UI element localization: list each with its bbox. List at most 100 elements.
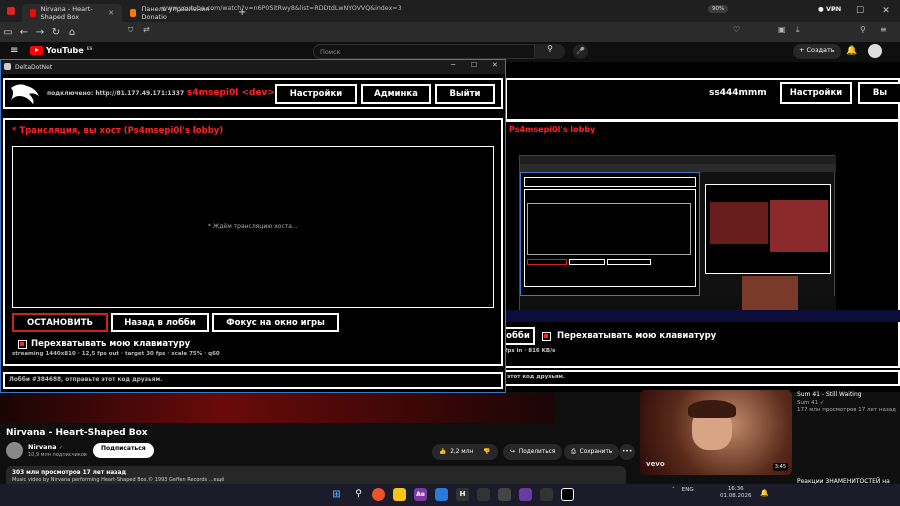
terminal-icon[interactable]: [477, 488, 490, 501]
more-actions-button[interactable]: •••: [619, 444, 635, 460]
create-button[interactable]: + Создать: [793, 44, 841, 59]
waiting-text: * Ждём трансляцию хоста...: [208, 223, 298, 230]
subscribe-button[interactable]: Подписаться: [93, 443, 154, 458]
window-titlebar: DeltaDotNet ─ ☐ ✕: [1, 60, 505, 74]
file-explorer-icon[interactable]: [393, 488, 406, 501]
youtube-player[interactable]: ss444mmm Настройки Вы Ps4msepi0l's lobby…: [501, 62, 900, 392]
site-info-icon[interactable]: ⛉: [128, 26, 133, 35]
reload-icon[interactable]: ↻: [48, 27, 64, 38]
browser-menu-icon[interactable]: [0, 0, 22, 22]
connection-status: подключено: http://81.177.49.171:1337: [47, 90, 185, 97]
youtube-menu-icon[interactable]: ≡: [10, 45, 18, 56]
mirrored-lobby-msg: этот код друзьям.: [507, 374, 565, 380]
window-minimize-icon[interactable]: ─: [451, 61, 455, 69]
clock-date: 01.08.2026: [720, 493, 752, 499]
recommendation-thumbnail[interactable]: vevo 3:45: [640, 390, 792, 475]
notification-center-icon[interactable]: 🔔: [760, 489, 769, 497]
zoom-badge[interactable]: 90%: [708, 5, 729, 13]
channel-name[interactable]: Nirvana ✓: [28, 443, 63, 451]
mirrored-exit-button: Вы: [858, 82, 900, 104]
player-video-strip: [0, 393, 555, 423]
system-tray: ˄ ENG: [672, 487, 694, 493]
permissions-icon[interactable]: ⇄: [143, 25, 150, 34]
tray-chevron-icon[interactable]: ˄: [672, 487, 675, 493]
avatar[interactable]: [868, 44, 882, 58]
username-label: s4msepi0l <dev>: [187, 88, 275, 98]
capture-keyboard-label: Перехватывать мою клавиатуру: [31, 339, 191, 349]
clock-time: 16:36: [727, 486, 744, 492]
exit-button[interactable]: Выйти: [435, 84, 495, 104]
tab-youtube[interactable]: Nirvana - Heart-Shaped Box ✕: [22, 3, 122, 22]
recursive-taskbar: [505, 310, 900, 322]
focus-game-window-button[interactable]: Фокус на окно игры: [212, 313, 339, 332]
share-label: Поделиться: [518, 449, 556, 455]
duration-badge: 3:45: [772, 463, 788, 471]
sidebar-toggle-icon[interactable]: ▭: [0, 27, 16, 38]
close-window-icon[interactable]: ✕: [872, 0, 900, 22]
bookmark-icon[interactable]: ♡: [733, 25, 740, 34]
language-indicator[interactable]: ENG: [682, 487, 694, 493]
home-icon[interactable]: ⌂: [64, 27, 80, 38]
back-icon[interactable]: ←: [16, 27, 32, 38]
search-button[interactable]: ⚲: [535, 44, 565, 59]
extensions-icon[interactable]: ⚲: [860, 25, 866, 34]
h-app-icon[interactable]: H: [456, 488, 469, 501]
taskbar-search-icon[interactable]: ⚲: [352, 488, 365, 501]
verified-icon: ✓: [58, 445, 63, 451]
like-count: 2,2 млн: [450, 449, 474, 455]
save-button[interactable]: ⎙ Сохранить: [564, 444, 620, 460]
youtube-logo[interactable]: YouTube ES: [30, 46, 92, 55]
save-label: Сохранить: [579, 449, 613, 455]
mirrored-back-button: обби: [501, 327, 535, 345]
firefox-icon[interactable]: [372, 488, 385, 501]
start-icon[interactable]: ⊞: [330, 488, 343, 501]
menu-icon[interactable]: ≡: [880, 25, 887, 34]
deltadotnet-taskbar-icon[interactable]: [561, 488, 574, 501]
window-maximize-icon[interactable]: ☐: [471, 61, 477, 69]
channel-label: Nirvana: [28, 443, 57, 451]
save-icon: ⎙: [571, 448, 576, 455]
vpn-button[interactable]: ● VPN: [818, 5, 841, 13]
share-button[interactable]: ↪ Поделиться: [503, 444, 563, 460]
vscode-icon[interactable]: [435, 488, 448, 501]
close-tab-icon[interactable]: ✕: [108, 9, 114, 17]
app-icon-9[interactable]: [540, 488, 553, 501]
discord-icon[interactable]: [519, 488, 532, 501]
url-field[interactable]: www.youtube.com/watch?v=n6P0SitRwy8&list…: [162, 5, 402, 12]
maximize-icon[interactable]: ☐: [846, 0, 874, 22]
window-close-icon[interactable]: ✕: [492, 61, 498, 69]
back-to-lobby-button[interactable]: Назад в лобби: [111, 313, 209, 332]
after-effects-icon[interactable]: Ae: [414, 488, 427, 501]
sidebar-title[interactable]: Sum 41 - Still Waiting: [797, 391, 862, 398]
camera-icon[interactable]: ▣: [778, 25, 786, 34]
app-icon-7[interactable]: [498, 488, 511, 501]
admin-button[interactable]: Админка: [361, 84, 431, 104]
sidebar-channel[interactable]: Sum 41 ✓: [797, 400, 824, 406]
stream-header: * Трансляция, вы хост (Ps4msepi0l's lobb…: [12, 126, 224, 136]
notifications-icon[interactable]: 🔔: [846, 46, 857, 56]
description-text: Music video by Nirvana performing Heart-…: [12, 477, 225, 483]
capture-keyboard-checkbox[interactable]: [18, 340, 27, 349]
channel-avatar[interactable]: [6, 442, 23, 459]
browser-tab-bar: Nirvana - Heart-Shaped Box ✕ Панель упра…: [0, 0, 900, 22]
thumbs-down-icon[interactable]: 👎: [483, 449, 490, 455]
mirrored-stats: fps in · 816 KB/s: [505, 348, 556, 354]
download-icon[interactable]: ⤓: [796, 25, 800, 35]
search-input[interactable]: Поиск: [313, 44, 535, 59]
youtube-wordmark: YouTube: [46, 46, 84, 55]
settings-button[interactable]: Настройки: [275, 84, 357, 104]
video-title: Nirvana - Heart-Shaped Box: [6, 428, 148, 438]
tab-label: Nirvana - Heart-Shaped Box: [40, 4, 93, 21]
mirrored-stream-title: Ps4msepi0l's lobby: [509, 125, 596, 134]
clock[interactable]: 16:36 01.08.2026: [720, 486, 752, 500]
forward-icon[interactable]: →: [32, 27, 48, 38]
youtube-play-icon: [30, 46, 43, 55]
mirrored-username: ss444mmm: [709, 88, 767, 98]
voice-search-icon[interactable]: 🎤: [573, 44, 588, 59]
lobby-code-message: Лобби #384688, отправьте этот код друзья…: [9, 377, 163, 383]
thumbs-up-icon: 👍: [439, 449, 447, 455]
subscriber-count: 10,9 млн подписчиков: [28, 452, 87, 458]
sidebar-stats: 177 млн просмотров 17 лет назад: [797, 407, 896, 413]
like-button[interactable]: 👍 2,2 млн 👎: [432, 444, 498, 460]
stop-button[interactable]: ОСТАНОВИТЬ: [12, 313, 108, 332]
